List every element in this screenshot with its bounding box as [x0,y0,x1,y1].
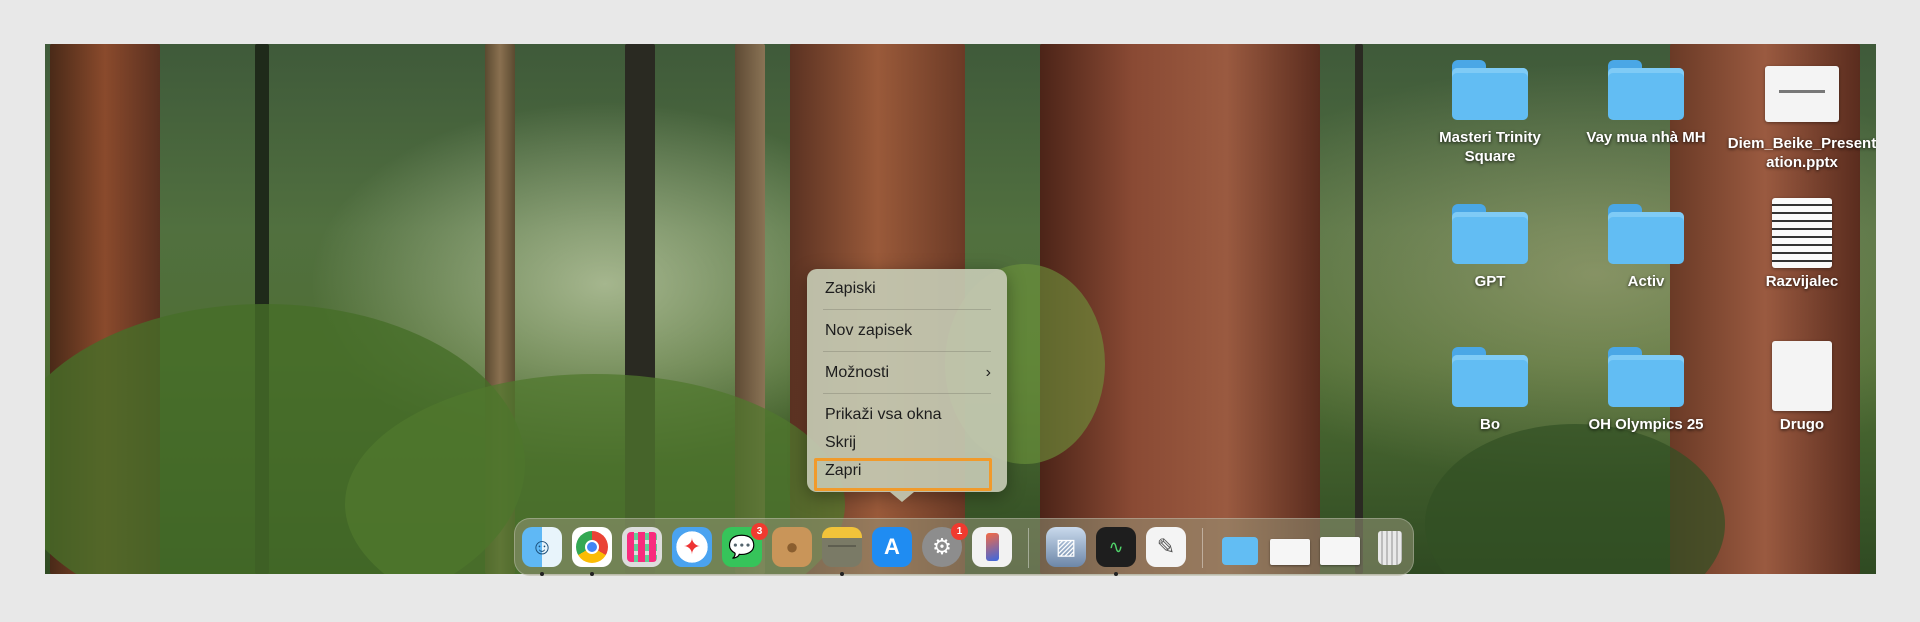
menu-divider [823,351,991,352]
folder-icon [1452,347,1528,407]
running-indicator [1114,572,1118,576]
dock-stack-recent[interactable] [1320,527,1360,567]
running-indicator [540,572,544,576]
dock-app-contacts[interactable]: ● [772,527,812,567]
iphone-mirroring-icon [986,533,999,561]
dock-divider [1028,528,1029,568]
desktop-icon-label: Activ [1627,273,1665,290]
desktop-icon-label: GPT [1474,273,1506,290]
running-indicator [590,572,594,576]
highlight-box [814,458,992,491]
dock-app-finder[interactable]: ☺ [522,527,562,567]
finder-icon: ☺ [530,534,554,559]
menu-item-hide[interactable]: Skrij [825,432,991,454]
menu-item-new-note[interactable]: Nov zapisek [825,320,991,342]
folder-stack-icon [1222,537,1258,565]
menu-divider [823,309,991,310]
notes-icon [828,545,856,547]
menu-item-options[interactable]: Možnosti › [825,362,991,384]
preview-icon: ▨ [1055,534,1077,559]
dock-stack-downloads[interactable] [1270,527,1310,567]
desktop-folder-oh-olympics[interactable]: OH Olympics 25 [1571,347,1721,434]
dock-app-preview[interactable]: ▨ [1046,527,1086,567]
notification-badge: 3 [751,523,768,540]
folder-icon [1608,60,1684,120]
desktop-folder-activ[interactable]: Activ [1571,204,1721,291]
desktop-file-presentation[interactable]: Diem_Beike_Presentation.pptx [1727,60,1876,172]
dock: ☺ ✦ 💬 3 ● A ⚙ 1 ▨ ∿ ✎ [514,518,1414,576]
menu-item-options-label: Možnosti [825,364,890,381]
folder-icon [1452,60,1528,120]
presentation-file-icon [1765,66,1839,122]
launchpad-icon [627,532,657,562]
file-stack-icon [1320,537,1360,565]
textedit-icon: ✎ [1156,534,1176,559]
menu-item-app-title: Zapiski [825,280,876,297]
menu-divider [823,393,991,394]
running-indicator [840,572,844,576]
folder-icon [1452,204,1528,264]
desktop-icon-label: Vay mua nhà MH [1586,129,1706,146]
safari-icon: ✦ [682,534,702,559]
dock-app-trash[interactable] [1370,527,1410,567]
menu-item-show-all-windows[interactable]: Prikaži vsa okna [825,404,991,426]
desktop-icon-label: Diem_Beike_Presentation.pptx [1727,135,1876,171]
desktop-icon-label: Drugo [1779,416,1825,433]
dock-stack-documents[interactable] [1220,527,1260,567]
desktop-icon-label: OH Olympics 25 [1588,416,1704,433]
document-icon [1772,198,1832,268]
desktop-icon-label: Razvijalec [1765,273,1839,290]
dock-app-notes[interactable] [822,527,862,567]
file-stack-icon [1270,539,1310,565]
desktop-file-razvijalec[interactable]: Razvijalec [1727,198,1876,291]
desktop-file-drugo[interactable]: Drugo [1727,341,1876,434]
trash-icon [1378,531,1402,565]
activity-monitor-icon: ∿ [1108,537,1124,557]
dock-app-iphone-mirroring[interactable] [972,527,1012,567]
contacts-icon: ● [785,534,799,559]
notification-badge: 1 [951,523,968,540]
dock-app-activity-monitor[interactable]: ∿ [1096,527,1136,567]
desktop-icon-label: Masteri Trinity Square [1439,129,1541,165]
dock-divider [1202,528,1203,568]
dock-app-textedit[interactable]: ✎ [1146,527,1186,567]
folder-icon [1608,347,1684,407]
desktop-icon-label: Bo [1480,416,1500,433]
desktop-folder-vay-mua[interactable]: Vay mua nhà MH [1571,60,1721,147]
desktop-folder-bo[interactable]: Bo [1415,347,1565,434]
folder-icon [1608,204,1684,264]
dock-app-launchpad[interactable] [622,527,662,567]
desktop-folder-gpt[interactable]: GPT [1415,204,1565,291]
desktop-folder-masteri[interactable]: Masteri Trinity Square [1415,60,1565,166]
document-icon [1772,341,1832,411]
dock-app-safari[interactable]: ✦ [672,527,712,567]
chevron-right-icon: › [985,364,991,381]
app-store-icon: A [884,534,900,559]
dock-app-app-store[interactable]: A [872,527,912,567]
dock-app-chrome[interactable] [572,527,612,567]
